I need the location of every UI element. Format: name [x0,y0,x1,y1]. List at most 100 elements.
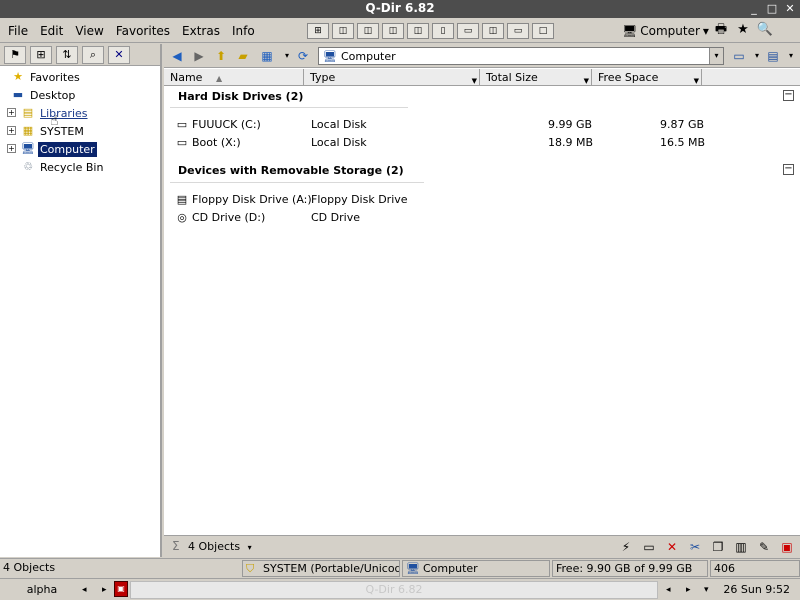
tree-item-desktop[interactable]: ▬ Desktop [0,86,160,104]
layout-3d-icon[interactable]: ◫ [407,23,429,39]
window-title: Q-Dir 6.82 [365,1,435,15]
chevron-down-icon: ▾ [247,543,252,552]
qdir-app-icon[interactable]: ▣ [114,581,128,597]
col-type[interactable]: Type ▼ [304,69,480,86]
address-dropdown-icon[interactable]: ▾ [709,48,723,64]
drive-name: Boot (X:) [192,136,241,149]
layout-single-icon[interactable]: □ [532,23,554,39]
location-combo[interactable]: 🖥 Computer ▾ [622,22,710,40]
chevron-down-icon[interactable]: ▼ [584,73,589,90]
view-mode-icon[interactable]: ▦ [258,47,276,65]
drive-map-icon[interactable]: ▭ [640,538,658,556]
col-name[interactable]: Name ▲ [164,69,304,86]
status-system-label: SYSTEM (Portable/Unicode) [263,562,400,575]
table-row[interactable]: ▭ FUUUCK (C:) Local Disk 9.99 GB 9.87 GB [164,116,800,134]
chevron-down-icon[interactable]: ▼ [472,73,477,90]
tree-item-libraries[interactable]: + ▤ Libraries [0,104,160,122]
object-count[interactable]: 4 Objects ▾ [188,540,252,553]
table-row[interactable]: ▤ Floppy Disk Drive (A:) Floppy Disk Dri… [164,191,800,209]
table-row[interactable]: ◎ CD Drive (D:) CD Drive [164,209,800,227]
forward-icon[interactable]: ▶ [190,47,208,65]
tree-item-system[interactable]: + ▦ SYSTEM ☝ [0,113,160,140]
minimize-button[interactable]: _ [746,1,762,16]
menu-edit[interactable]: Edit [36,24,71,38]
tree-item-favorites[interactable]: ★ Favorites [0,68,160,86]
col-label: Type [310,71,336,84]
collapse-icon[interactable]: − [783,164,794,175]
menu-favorites[interactable]: Favorites [112,24,178,38]
close-button[interactable]: ✕ [782,1,798,16]
address-bar[interactable]: 🖥 Computer ▾ [318,47,724,65]
sum-icon: Σ [172,539,180,553]
pin-icon[interactable]: ⚑ [4,45,26,64]
chevron-down-icon[interactable]: ▼ [694,73,699,90]
delete-icon[interactable]: ▣ [778,538,796,556]
expand-icon[interactable]: + [7,108,16,117]
menu-extras[interactable]: Extras [178,24,228,38]
favorite-star-icon[interactable]: ★ [734,21,752,39]
status-objects: 4 Objects [3,561,56,574]
layout-quad-icon[interactable]: ⊞ [307,23,329,39]
find-icon[interactable]: ⌕ [82,45,104,64]
title-bar: Q-Dir 6.82 _ □ ✕ [0,0,800,18]
split-icon[interactable]: ⊞ [30,45,52,64]
file-panel: ◀ ▶ ⬆ ▰ ▦ ▾ ⟳ 🖥 Computer ▾ ▭ ▾ ▤ ▾ Name … [164,44,800,557]
menu-info[interactable]: Info [228,24,263,38]
tree-item-label: Libraries [40,106,88,120]
monitor-icon[interactable]: ▭ [730,47,748,65]
layout-4v-icon[interactable]: ◫ [482,23,504,39]
sync-icon[interactable]: ⇅ [56,45,78,64]
table-row[interactable]: ▭ Boot (X:) Local Disk 18.9 MB 16.5 MB [164,134,800,152]
tabs-dropdown-icon[interactable]: ▾ [782,47,800,65]
expand-icon[interactable]: + [7,126,16,135]
location-combo-label: Computer [640,24,700,38]
col-total-size[interactable]: Total Size ▼ [480,69,592,86]
tabs-icon[interactable]: ▤ [764,47,782,65]
printer-icon[interactable]: 🖶 [712,21,730,39]
menu-file[interactable]: File [4,24,36,38]
zoom-icon[interactable]: 🔍 [756,21,774,39]
menu-view[interactable]: View [71,24,111,38]
tree-item-recycle-bin[interactable]: ♲ Recycle Bin [0,158,160,176]
taskbar-right-arrow[interactable]: ▸ [102,581,107,599]
layout-3b-icon[interactable]: ◫ [357,23,379,39]
sort-up-icon: ▲ [215,74,223,83]
disconnect-icon[interactable]: ✕ [663,538,681,556]
drive-type: Floppy Disk Drive [311,193,408,206]
collapse-icon[interactable]: − [783,90,794,101]
computer-small-icon: 🖥 [323,49,337,63]
expand-icon[interactable]: + [7,144,16,153]
layout-2v-icon[interactable]: ▯ [432,23,454,39]
up-folder-icon[interactable]: ⬆ [212,47,230,65]
tree-item-label: Favorites [30,70,80,84]
tree-item-computer[interactable]: + 🖥 Computer [0,140,160,158]
tray-up-arrow[interactable]: ▾ [704,581,709,599]
back-icon[interactable]: ◀ [168,47,186,65]
tray-right-arrow[interactable]: ▸ [686,581,691,599]
paste-icon[interactable]: ▥ [732,538,750,556]
copy-icon[interactable]: ❐ [709,538,727,556]
lightning-icon[interactable]: ⚡ [617,538,635,556]
star-icon: ★ [13,70,23,83]
tree-item-label: Desktop [30,88,76,102]
taskbar-start[interactable]: alpha [4,581,80,599]
col-free-space[interactable]: Free Space ▼ [592,69,702,86]
maximize-button[interactable]: □ [764,1,780,16]
taskbar-left-arrow[interactable]: ◂ [82,581,87,599]
layout-4h-icon[interactable]: ▭ [507,23,529,39]
chevron-down-icon: ▾ [702,24,709,38]
drive-name: CD Drive (D:) [192,211,266,224]
close-tree-icon[interactable]: ✕ [108,45,130,64]
folder-options-icon[interactable]: ▰ [234,47,252,65]
layout-3a-icon[interactable]: ◫ [332,23,354,39]
taskbar-task[interactable]: Q-Dir 6.82 [130,581,658,599]
layout-3c-icon[interactable]: ◫ [382,23,404,39]
nav-toolbar: ◀ ▶ ⬆ ▰ ▦ ▾ ⟳ 🖥 Computer ▾ ▭ ▾ ▤ ▾ [164,44,800,68]
rename-icon[interactable]: ✎ [755,538,773,556]
layout-buttons: ⊞ ◫ ◫ ◫ ◫ ▯ ▭ ◫ ▭ □ [307,23,554,39]
layout-2h-icon[interactable]: ▭ [457,23,479,39]
cut-icon[interactable]: ✂ [686,538,704,556]
refresh-icon[interactable]: ⟳ [294,47,312,65]
tray-left-arrow[interactable]: ◂ [666,581,671,599]
column-header: Name ▲ Type ▼ Total Size ▼ Free Space ▼ [164,69,800,86]
